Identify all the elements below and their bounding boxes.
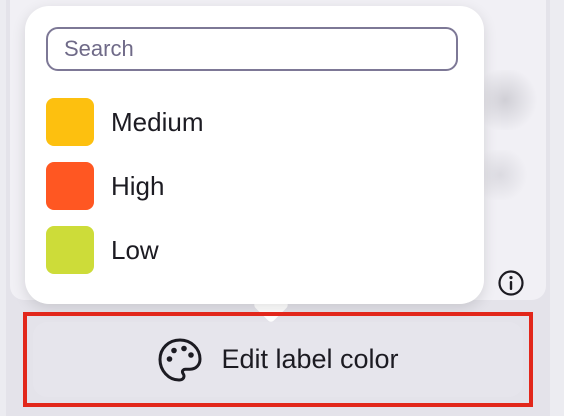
option-low[interactable]: Low bbox=[46, 226, 203, 274]
highlighted-action: Edit label color bbox=[23, 312, 533, 407]
label-options-list: Medium High Low bbox=[46, 98, 203, 290]
edit-label-color-button[interactable]: Edit label color bbox=[33, 322, 523, 397]
palette-icon bbox=[158, 338, 202, 381]
option-label: Medium bbox=[111, 106, 204, 137]
edit-button-label: Edit label color bbox=[221, 344, 399, 374]
option-label: Low bbox=[111, 234, 159, 265]
option-high[interactable]: High bbox=[46, 162, 203, 210]
option-label: High bbox=[111, 170, 165, 201]
search-input[interactable] bbox=[46, 27, 458, 71]
option-medium[interactable]: Medium bbox=[46, 98, 203, 146]
color-swatch bbox=[46, 98, 94, 146]
color-swatch bbox=[46, 226, 94, 274]
color-swatch bbox=[46, 162, 94, 210]
info-icon[interactable] bbox=[497, 269, 525, 297]
label-color-popover: Medium High Low bbox=[25, 6, 484, 304]
